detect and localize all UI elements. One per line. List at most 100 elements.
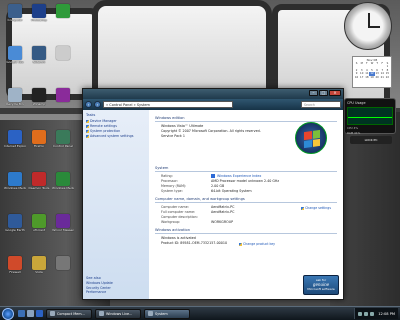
window-controls: – □ × [309,90,341,96]
desktop-icon-label: Google Talk [6,61,24,64]
cpu-gadget[interactable]: CPU Usage CPU 4% RAM 41% [344,98,396,135]
app-icon [32,172,46,186]
desktop-icon[interactable]: Vista [28,256,50,275]
taskbar-button-label: Windows Live... [106,311,133,316]
taskbar-button[interactable]: System [144,308,190,319]
address-bar[interactable]: « Control Panel » System [103,101,233,108]
desktop-icon[interactable]: Windows Media Center [52,172,74,191]
desktop-icon[interactable]: Google Talk [4,46,26,65]
workgroup-row: Workgroup: WORKGROUP [155,220,337,225]
taskbar-clock[interactable]: 12:08 PM [378,312,395,316]
app-icon [56,172,70,186]
activation-section-title: Windows activation [155,228,190,232]
app-icon [8,88,22,102]
app-icon [8,214,22,228]
desktop-icon[interactable]: Network [28,46,50,65]
desktop-icon[interactable]: Firefox [28,130,50,149]
change-product-key-link[interactable]: Change product key [239,242,275,246]
app-icon [32,256,46,270]
desktop-icon[interactable]: Computer [4,4,26,23]
cpu-graph [347,107,393,125]
uac-shield-icon [301,206,305,210]
internet-explorer-icon[interactable] [36,310,43,317]
app-icon [32,4,46,18]
section-divider [155,233,337,234]
app-icon [8,46,22,60]
desktop-icon[interactable]: Control Panel [52,130,74,149]
desktop-icon-label: Computer [7,19,23,22]
desktop-icon[interactable] [52,256,74,271]
app-icon [56,88,70,102]
uac-shield-icon [86,125,89,128]
genuine-microsoft-badge[interactable]: ask for genuine Microsoft software [303,275,339,295]
workgroup-label: Workgroup: [161,220,181,224]
change-product-key-label: Change product key [243,242,276,246]
taskbar-button[interactable]: Compact Mem... [46,308,92,319]
window-icon [99,311,104,316]
app-icon [56,130,70,144]
app-icon [8,256,22,270]
desktop-icon[interactable]: Firewall [4,256,26,275]
desktop-icon[interactable]: Internet Explorer [4,130,26,149]
app-icon [56,214,70,228]
app-icon [32,46,46,60]
maximize-button[interactable]: □ [319,90,328,96]
full-name-value: AeroMatrix-PC [211,210,235,214]
experience-index-link[interactable]: Windows Experience Index [217,174,261,178]
desktop-icon[interactable]: Yahoo! Messenger [52,214,74,233]
minimize-button[interactable]: – [309,90,318,96]
experience-index-icon [211,174,215,178]
switch-windows-icon[interactable] [27,310,34,317]
forward-button[interactable]: › [94,101,101,108]
desktop-icon[interactable] [52,46,74,61]
desktop-icon-label: Network [32,61,46,64]
desktop-icon-label: Yahoo! Messenger [52,229,74,232]
desktop-icon[interactable]: Daemon Tools [28,172,50,191]
desktop-icon[interactable]: uTorrent [28,214,50,233]
desktop-icon[interactable] [52,4,74,19]
app-icon [8,172,22,186]
task-link[interactable]: Advanced system settings [86,134,146,139]
search-input[interactable]: Search [301,101,341,108]
back-button[interactable]: ‹ [85,101,92,108]
lock-pc-button[interactable]: LOCK PC [350,136,392,144]
window-titlebar[interactable]: – □ × [83,89,343,99]
volume-icon[interactable] [364,311,369,316]
desktop-icon-label: Photoshop [31,19,47,22]
system-tray: 12:08 PM [354,308,398,319]
calendar-day: 22 [385,75,390,79]
system-type-value: 64-bit Operating System [211,189,252,193]
windows-vista-logo [295,122,327,154]
desktop-icon[interactable]: Google Earth [4,214,26,233]
tasks-header: Tasks [86,113,96,117]
app-icon [8,4,22,18]
desktop-icon-label: Firefox [34,145,44,148]
task-pane: Tasks Device Manager Remote settings Syste… [83,110,149,299]
show-desktop-icon[interactable] [18,310,25,317]
ram-row: RAM 41% [347,131,361,135]
windows-flag-icon [304,129,320,149]
taskbar-button[interactable]: Windows Live... [95,308,141,319]
network-icon[interactable] [358,311,363,316]
taskbar-button-label: System [155,311,168,316]
desktop-icon[interactable] [52,88,74,103]
desktop-icon[interactable]: Windows Media [4,172,26,191]
computer-section-title: Computer name, domain, and workgroup set… [155,197,245,201]
desktop-icon-label: Firewall [9,271,21,274]
uac-shield-icon [86,135,89,138]
section-divider [155,202,337,203]
desktop-icon[interactable]: Winamp [28,88,50,107]
system-section-title: System [155,166,169,170]
security-icon[interactable] [370,311,375,316]
see-also-link[interactable]: Performance [86,290,146,295]
change-settings-link[interactable]: Change settings [301,206,331,210]
cpu-graph-line [348,117,392,118]
calendar-gadget[interactable]: Nov 08 S M T W T F S 1 2 3 4 5 6 7 8 9 10 11 12 13 14 15 16 17 1… [352,56,392,88]
desktop-icon[interactable]: Recycle Bin [4,88,26,107]
section-divider [155,171,337,172]
cpu-gadget-title: CPU Usage [347,101,366,105]
close-button[interactable]: × [329,90,341,96]
start-button[interactable] [2,307,14,320]
clock-gadget[interactable] [344,2,392,50]
desktop-icon[interactable]: Photoshop [28,4,50,23]
